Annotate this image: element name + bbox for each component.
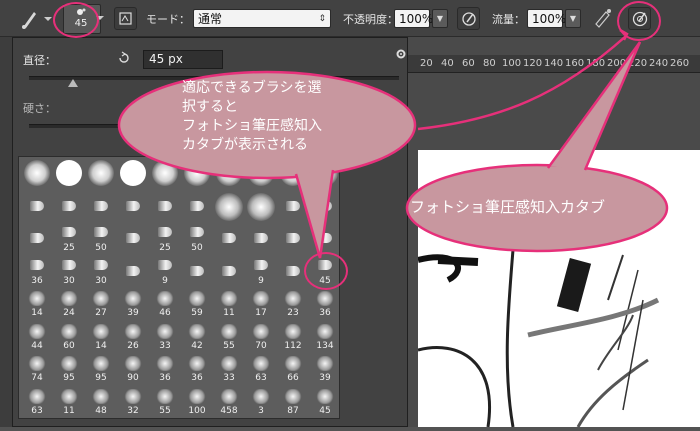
callout-line: フォトショ筆圧感知入: [182, 118, 322, 134]
highlight-ring-brush-45: [304, 252, 348, 290]
callout-text-right: フォトショ筆圧感知入カタブ: [410, 198, 606, 216]
callout-line: カタブが表示される: [182, 137, 308, 153]
callout-line: 択すると: [182, 99, 238, 115]
callout-line: 適応できるブラシを選: [182, 80, 322, 96]
highlight-ring-pressure-icon: [617, 1, 661, 41]
callout-text-left: 適応できるブラシを選 択すると フォトショ筆圧感知入 カタブが表示される: [182, 79, 322, 155]
highlight-ring-brush-size: [53, 2, 99, 38]
